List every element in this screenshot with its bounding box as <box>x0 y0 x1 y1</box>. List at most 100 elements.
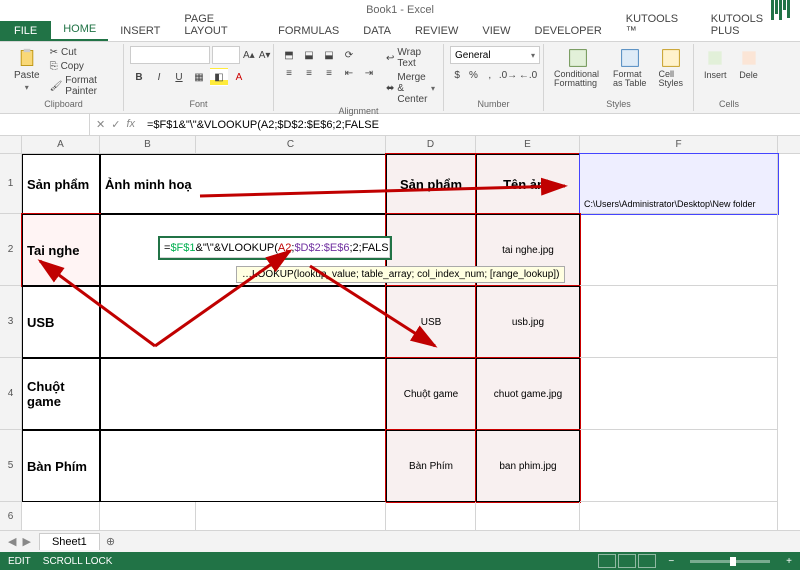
cell-B6[interactable] <box>100 502 196 530</box>
row-header-5[interactable]: 5 <box>0 430 21 502</box>
tab-review[interactable]: REVIEW <box>403 21 470 41</box>
cell-a4[interactable]: Chuột game <box>22 358 100 430</box>
sheet-nav-next[interactable]: ▶ <box>22 535 30 548</box>
underline-button[interactable]: U <box>170 68 188 86</box>
cell-b4[interactable] <box>100 358 386 430</box>
bold-button[interactable]: B <box>130 68 148 86</box>
indent-inc-button[interactable]: ⇥ <box>360 64 378 82</box>
conditional-formatting-button[interactable]: Conditional Formatting <box>550 46 605 99</box>
cell-E6[interactable] <box>476 502 580 530</box>
insert-cells-button[interactable]: Insert <box>700 46 731 99</box>
paste-button[interactable]: Paste ▾ <box>10 46 44 99</box>
row-header-2[interactable]: 2 <box>0 214 21 286</box>
sheet-tab-1[interactable]: Sheet1 <box>39 533 100 550</box>
row-header-4[interactable]: 4 <box>0 358 21 430</box>
number-format-select[interactable]: General▾ <box>450 46 540 64</box>
formula-input[interactable]: =$F$1&"\"&VLOOKUP(A2;$D$2:$E$6;2;FALSE <box>141 119 800 131</box>
tab-page-layout[interactable]: PAGE LAYOUT <box>172 9 266 41</box>
align-middle-button[interactable]: ⬓ <box>300 46 318 64</box>
cut-button[interactable]: ✂Cut <box>48 46 117 59</box>
align-bottom-button[interactable]: ⬓ <box>320 46 338 64</box>
name-box[interactable] <box>0 114 90 135</box>
cell-f3[interactable] <box>580 286 778 358</box>
zoom-slider[interactable] <box>690 560 770 563</box>
align-right-button[interactable]: ≡ <box>320 64 338 82</box>
italic-button[interactable]: I <box>150 68 168 86</box>
cell-f4[interactable] <box>580 358 778 430</box>
cell-c2-editing[interactable]: =$F$1&"\"&VLOOKUP(A2;$D$2:$E$6;2;FALSE <box>160 238 390 258</box>
row-header-3[interactable]: 3 <box>0 286 21 358</box>
tab-view[interactable]: VIEW <box>470 21 522 41</box>
cell-f1[interactable]: C:\Users\Administrator\Desktop\New folde… <box>580 154 778 214</box>
font-color-button[interactable]: A <box>230 68 248 86</box>
col-header-a[interactable]: A <box>22 136 100 153</box>
new-sheet-button[interactable]: ⊕ <box>100 535 121 548</box>
cell-f2[interactable] <box>580 214 778 286</box>
page-layout-view-button[interactable] <box>618 554 636 568</box>
tab-kutools[interactable]: KUTOOLS ™ <box>614 9 699 41</box>
cell-D6[interactable] <box>386 502 476 530</box>
delete-cells-button[interactable]: Dele <box>735 46 763 99</box>
col-header-e[interactable]: E <box>476 136 580 153</box>
cell-b5[interactable] <box>100 430 386 502</box>
cell-b3[interactable] <box>100 286 386 358</box>
orientation-button[interactable]: ⟳ <box>340 46 358 64</box>
cell-e1[interactable]: Tên ảnh <box>476 154 580 214</box>
tab-data[interactable]: DATA <box>351 21 403 41</box>
cell-d5[interactable]: Bàn Phím <box>386 430 476 502</box>
cell-a3[interactable]: USB <box>22 286 100 358</box>
copy-button[interactable]: ⎘Copy <box>48 60 117 73</box>
wrap-text-button[interactable]: ↩Wrap Text <box>384 46 437 70</box>
row-header-1[interactable]: 1 <box>0 154 21 214</box>
cell-A6[interactable] <box>22 502 100 530</box>
tab-developer[interactable]: DEVELOPER <box>523 21 614 41</box>
sheet-nav-prev[interactable]: ◀ <box>8 535 16 548</box>
tab-home[interactable]: HOME <box>51 19 108 41</box>
cell-f5[interactable] <box>580 430 778 502</box>
cell-e4[interactable]: chuot game.jpg <box>476 358 580 430</box>
inc-decimal-button[interactable]: .0→ <box>499 66 517 84</box>
fill-color-button[interactable]: ◧ <box>210 68 228 86</box>
cell-a2[interactable]: Tai nghe <box>22 214 100 286</box>
cancel-button[interactable]: ✕ <box>96 118 105 131</box>
shrink-font-button[interactable]: A▾ <box>258 46 272 64</box>
align-top-button[interactable]: ⬒ <box>280 46 298 64</box>
cell-e3[interactable]: usb.jpg <box>476 286 580 358</box>
cell-C6[interactable] <box>196 502 386 530</box>
insert-function-button[interactable]: fx <box>126 118 135 131</box>
format-as-table-button[interactable]: Format as Table <box>609 46 650 99</box>
page-break-view-button[interactable] <box>638 554 656 568</box>
cell-styles-button[interactable]: Cell Styles <box>655 46 688 99</box>
zoom-out-button[interactable]: − <box>668 556 674 567</box>
border-button[interactable]: ▦ <box>190 68 208 86</box>
cell-a1[interactable]: Sản phẩm <box>22 154 100 214</box>
col-header-b[interactable]: B <box>100 136 196 153</box>
merge-center-button[interactable]: ⬌Merge & Center▾ <box>384 71 437 106</box>
percent-button[interactable]: % <box>466 66 480 84</box>
col-header-c[interactable]: C <box>196 136 386 153</box>
cell-f6[interactable] <box>580 502 778 530</box>
format-painter-button[interactable]: 🖌Format Painter <box>48 74 117 98</box>
font-size-input[interactable] <box>212 46 240 64</box>
tab-insert[interactable]: INSERT <box>108 21 172 41</box>
col-header-f[interactable]: F <box>580 136 778 153</box>
accounting-button[interactable]: $ <box>450 66 464 84</box>
select-all-corner[interactable] <box>0 136 22 154</box>
row-header-6[interactable]: 6 <box>0 502 21 530</box>
align-left-button[interactable]: ≡ <box>280 64 298 82</box>
grow-font-button[interactable]: A▴ <box>242 46 256 64</box>
cell-d1[interactable]: Sản phẩm <box>386 154 476 214</box>
tab-formulas[interactable]: FORMULAS <box>266 21 351 41</box>
cell-b1[interactable]: Ảnh minh hoạ <box>100 154 386 214</box>
comma-button[interactable]: , <box>483 66 497 84</box>
dec-decimal-button[interactable]: ←.0 <box>519 66 537 84</box>
align-center-button[interactable]: ≡ <box>300 64 318 82</box>
cell-e5[interactable]: ban phim.jpg <box>476 430 580 502</box>
cell-d4[interactable]: Chuột game <box>386 358 476 430</box>
cell-a5[interactable]: Bàn Phím <box>22 430 100 502</box>
font-name-input[interactable] <box>130 46 210 64</box>
normal-view-button[interactable] <box>598 554 616 568</box>
zoom-in-button[interactable]: + <box>786 556 792 567</box>
cell-d3[interactable]: USB <box>386 286 476 358</box>
col-header-d[interactable]: D <box>386 136 476 153</box>
